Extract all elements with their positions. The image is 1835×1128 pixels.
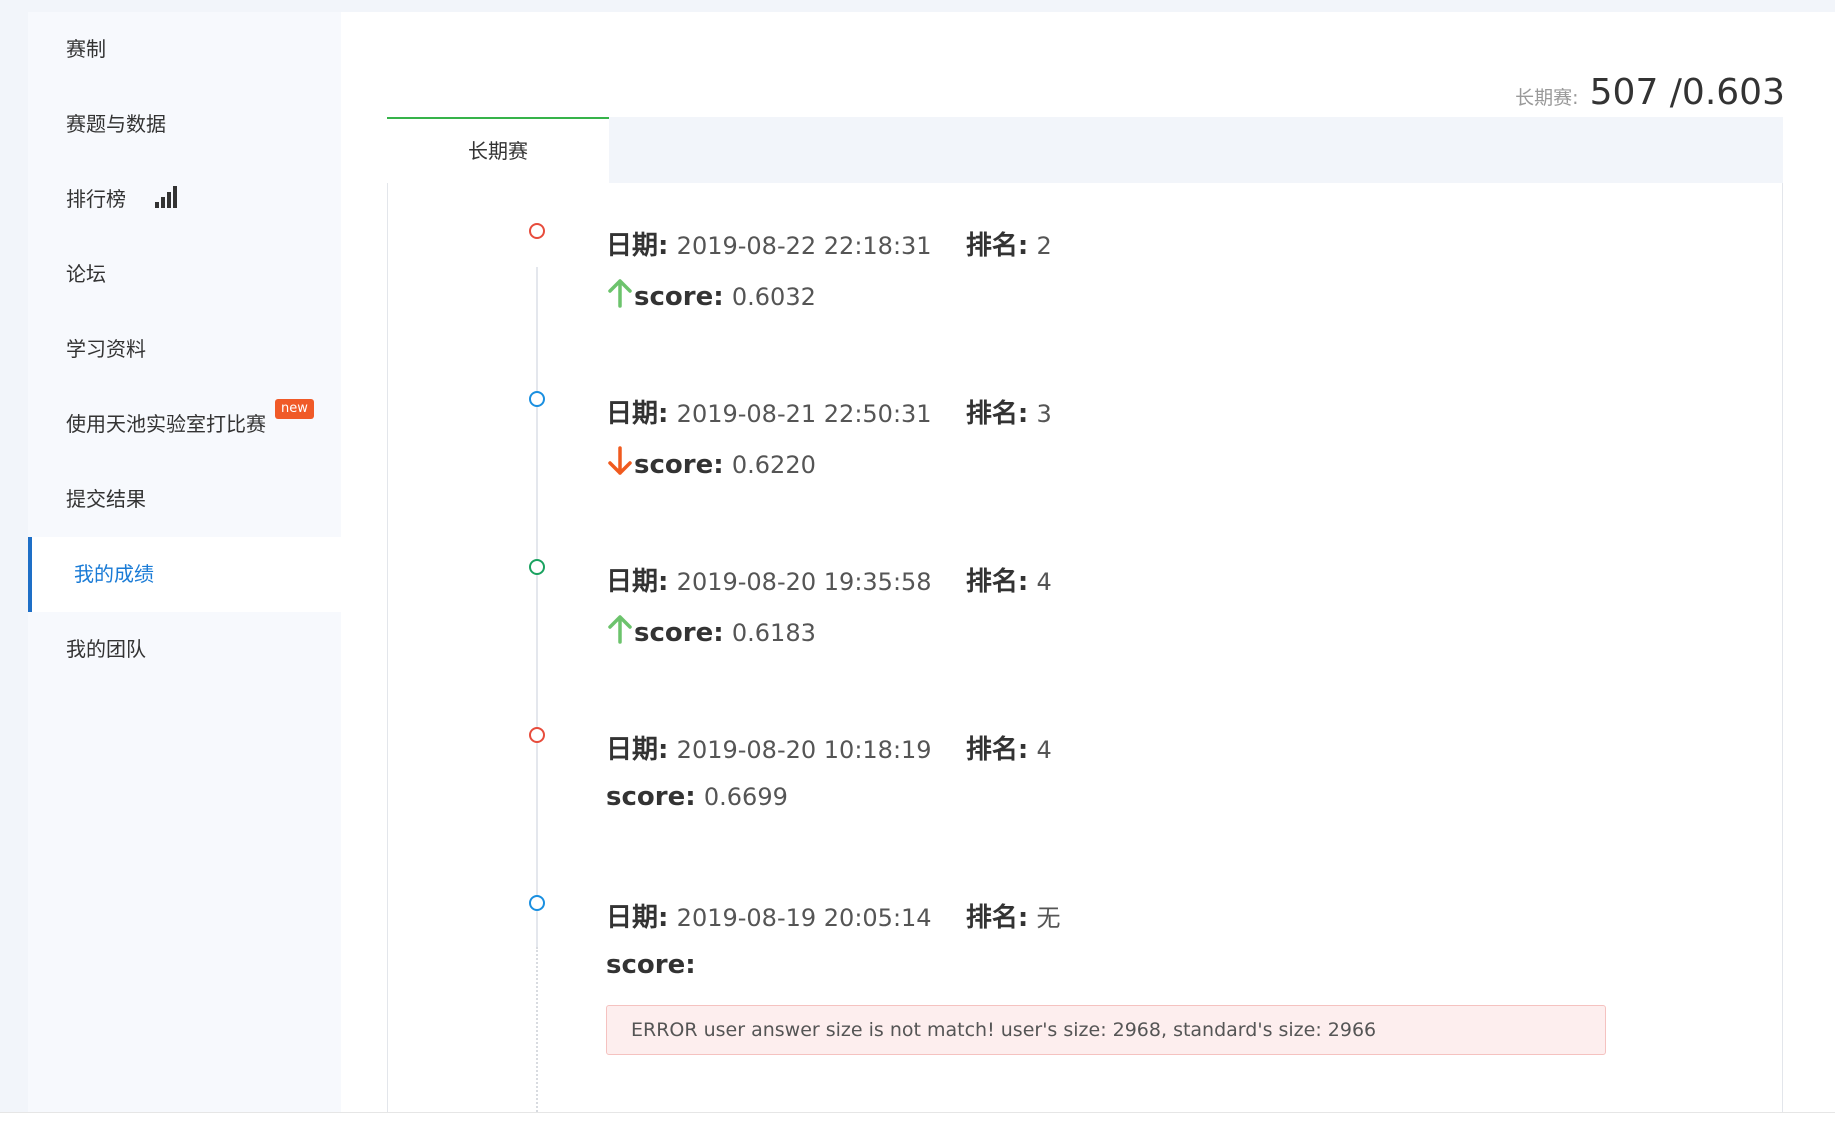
- date-label: 日期:: [606, 231, 669, 261]
- date-value: 2019-08-20 10:18:19: [676, 736, 932, 764]
- sidebar: 赛制 赛题与数据 排行榜 论坛 学习资料 使用天池实验室打比赛 new 提交结果…: [28, 12, 341, 1127]
- sidebar-item-my-scores[interactable]: 我的成绩: [28, 537, 341, 612]
- rank-label: 排名:: [965, 735, 1029, 765]
- submission-timeline: 日期: 2019-08-22 22:18:31 排名: 2 score: 0.6…: [387, 183, 1783, 1127]
- date-value: 2019-08-22 22:18:31: [676, 232, 932, 260]
- score-value: 0.6032: [731, 283, 816, 311]
- timeline-dot: [529, 223, 545, 239]
- rank-label: 排名:: [965, 903, 1029, 933]
- sidebar-item-label: 论坛: [66, 262, 106, 286]
- summary-label: 长期赛:: [1515, 87, 1579, 109]
- arrow-up-icon: [606, 278, 634, 308]
- entry-score: score: 0.6699: [606, 782, 788, 812]
- arrow-up-icon: [606, 614, 634, 644]
- score-value: 0.6183: [731, 619, 816, 647]
- entry-score: score:: [606, 950, 696, 980]
- sidebar-item-label: 使用天池实验室打比赛: [66, 412, 266, 436]
- sidebar-item-tianchi-lab[interactable]: 使用天池实验室打比赛 new: [28, 387, 341, 462]
- score-label: score:: [634, 282, 724, 312]
- new-badge: new: [275, 399, 314, 419]
- sidebar-item-my-team[interactable]: 我的团队: [28, 612, 341, 687]
- timeline-dot: [529, 391, 545, 407]
- rank-label: 排名:: [965, 567, 1029, 597]
- error-message: ERROR user answer size is not match! use…: [606, 1005, 1606, 1055]
- sidebar-item-forum[interactable]: 论坛: [28, 237, 341, 312]
- score-label: score:: [634, 450, 724, 480]
- timeline-dot: [529, 559, 545, 575]
- tab-bar: 长期赛: [387, 117, 1783, 184]
- score-summary: 长期赛: 507 /0.603: [1515, 72, 1785, 113]
- timeline-dot: [529, 727, 545, 743]
- entry-header: 日期: 2019-08-20 19:35:58 排名: 4: [606, 561, 1052, 598]
- sidebar-item-label: 提交结果: [66, 487, 146, 511]
- entry-header: 日期: 2019-08-22 22:18:31 排名: 2: [606, 225, 1052, 262]
- score-label: score:: [606, 950, 696, 980]
- bar-chart-icon: [154, 185, 178, 209]
- rank-label: 排名:: [965, 231, 1029, 261]
- score-value: 0.6220: [731, 451, 816, 479]
- sidebar-item-label: 我的成绩: [74, 562, 154, 586]
- timeline-dashed-line: [536, 947, 538, 1127]
- sidebar-item-problem-data[interactable]: 赛题与数据: [28, 87, 341, 162]
- date-label: 日期:: [606, 567, 669, 597]
- sidebar-item-label: 赛制: [66, 37, 106, 61]
- entry-score: score: 0.6183: [606, 614, 816, 648]
- sidebar-item-rules[interactable]: 赛制: [28, 12, 341, 87]
- main-content: 长期赛: 507 /0.603 长期赛 日期: 2019-08-22 22:18…: [341, 12, 1835, 1127]
- score-label: score:: [606, 782, 696, 812]
- sidebar-item-leaderboard[interactable]: 排行榜: [28, 162, 341, 237]
- rank-value: 4: [1036, 736, 1052, 764]
- entry-header: 日期: 2019-08-20 10:18:19 排名: 4: [606, 729, 1052, 766]
- sidebar-item-label: 我的团队: [66, 637, 146, 661]
- sidebar-item-label: 学习资料: [66, 337, 146, 361]
- date-label: 日期:: [606, 399, 669, 429]
- entry-score: score: 0.6220: [606, 446, 816, 480]
- tab-long-term[interactable]: 长期赛: [387, 117, 609, 184]
- timeline-dot: [529, 895, 545, 911]
- sidebar-item-submit[interactable]: 提交结果: [28, 462, 341, 537]
- score-label: score:: [634, 618, 724, 648]
- rank-value: 2: [1036, 232, 1052, 260]
- rank-label: 排名:: [965, 399, 1029, 429]
- sidebar-item-label: 赛题与数据: [66, 112, 166, 136]
- summary-value: 507 /0.603: [1589, 72, 1785, 113]
- rank-value: 3: [1036, 400, 1052, 428]
- entry-header: 日期: 2019-08-21 22:50:31 排名: 3: [606, 393, 1052, 430]
- score-value: 0.6699: [703, 783, 788, 811]
- page-bottom-edge: [0, 1112, 1835, 1128]
- entry-header: 日期: 2019-08-19 20:05:14 排名: 无: [606, 897, 1061, 934]
- date-value: 2019-08-21 22:50:31: [676, 400, 932, 428]
- rank-value: 无: [1036, 904, 1061, 932]
- timeline-line: [536, 267, 538, 947]
- sidebar-item-label: 排行榜: [66, 187, 126, 211]
- date-value: 2019-08-20 19:35:58: [676, 568, 932, 596]
- arrow-down-icon: [606, 446, 634, 476]
- date-label: 日期:: [606, 735, 669, 765]
- rank-value: 4: [1036, 568, 1052, 596]
- date-value: 2019-08-19 20:05:14: [676, 904, 932, 932]
- date-label: 日期:: [606, 903, 669, 933]
- entry-score: score: 0.6032: [606, 278, 816, 312]
- sidebar-item-learning[interactable]: 学习资料: [28, 312, 341, 387]
